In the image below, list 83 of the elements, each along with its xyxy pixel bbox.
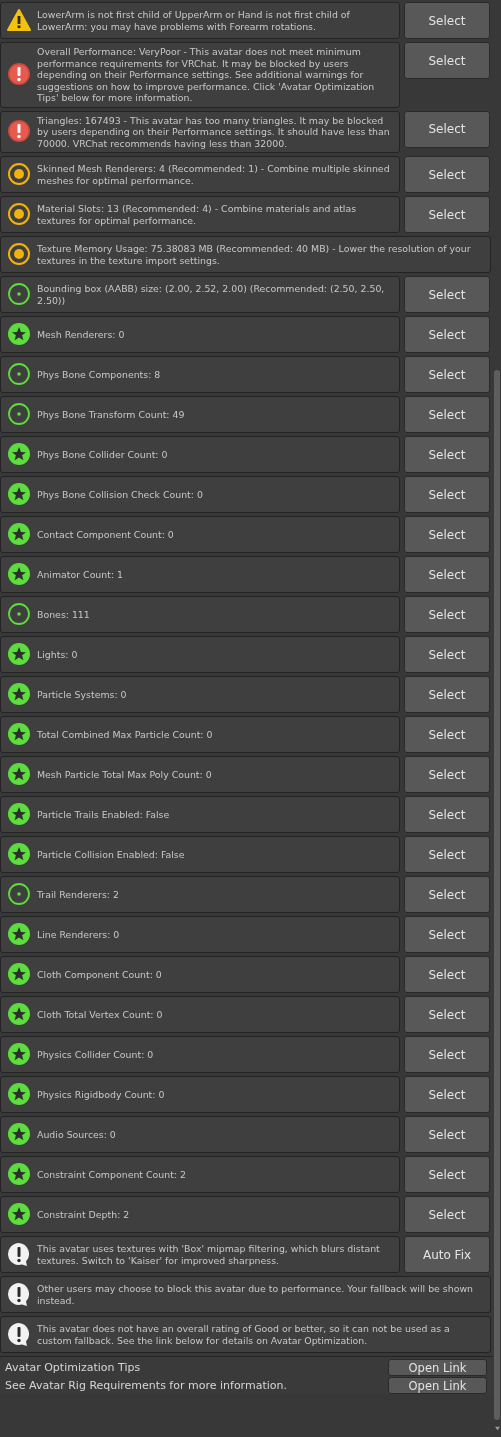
message-text: LowerArm is not first child of UpperArm or Hand is not first child of LowerArm: you may have problems with Forearm rotations. (37, 9, 351, 32)
target-icon (7, 882, 31, 907)
message-text: Texture Memory Usage: 75.38083 MB (Recommended: 40 MB) - Lower the resolution of your textures in the texture import settings. (37, 243, 472, 266)
message-text: Material Slots: 13 (Recommended: 4) - Combine materials and atlas textures for optimal performance. (37, 203, 358, 226)
select-button[interactable]: Select (404, 1156, 490, 1193)
message-text: Constraint Depth: 2 (37, 1208, 130, 1221)
message-text: Audio Sources: 0 (37, 1128, 116, 1141)
message-text: Particle Systems: 0 (37, 688, 127, 701)
select-button[interactable]: Select (404, 756, 490, 793)
target-icon (7, 602, 31, 627)
message-text: Triangles: 167493 - This avatar has too many triangles. It may be blocked by users depending on their Performance settings. It should have less than 70000. VRChat recommends having less than 32000. (37, 114, 391, 149)
message-text: Bones: 111 (37, 608, 90, 621)
error-icon (7, 119, 31, 145)
select-button[interactable]: Select (404, 42, 490, 79)
select-button[interactable]: Select (404, 156, 490, 193)
error-icon (7, 62, 31, 88)
open-link-button[interactable]: Open Link (388, 1359, 487, 1376)
message-text: Particle Trails Enabled: False (37, 808, 170, 821)
message-text: Contact Component Count: 0 (37, 528, 174, 541)
target-icon (7, 402, 31, 427)
message-text: Mesh Renderers: 0 (37, 328, 125, 341)
select-button[interactable]: Select (404, 2, 490, 39)
message-text: Cloth Component Count: 0 (37, 968, 162, 981)
message-text: Cloth Total Vertex Count: 0 (37, 1008, 163, 1021)
target-icon (7, 162, 31, 187)
target-icon (7, 242, 31, 267)
select-button[interactable]: Select (404, 876, 490, 913)
message-text: Physics Rigidbody Count: 0 (37, 1088, 165, 1101)
message-text: Other users may choose to block this avatar due to performance. Your fallback will be shown instead. (37, 1283, 474, 1306)
speech-bubble-icon (7, 1282, 31, 1307)
select-button[interactable]: Select (404, 556, 490, 593)
target-icon (7, 202, 31, 227)
message-text: This avatar uses textures with 'Box' mipmap filtering, which blurs distant textures. Switch to 'Kaiser' for improved sharpness. (37, 1243, 381, 1266)
scrollbar-thumb[interactable] (494, 370, 500, 1420)
select-button[interactable]: Select (404, 996, 490, 1033)
warning-icon (7, 8, 31, 33)
message-text: Lights: 0 (37, 648, 78, 661)
message-text: Phys Bone Components: 8 (37, 368, 161, 381)
auto-fix-button[interactable]: Auto Fix (404, 1236, 490, 1273)
message-text: Particle Collision Enabled: False (37, 848, 185, 861)
open-link-button[interactable]: Open Link (388, 1377, 487, 1394)
message-text: Phys Bone Collider Count: 0 (37, 448, 168, 461)
select-button[interactable]: Select (404, 356, 490, 393)
link-label: Avatar Optimization Tips (5, 1360, 141, 1375)
select-button[interactable]: Select (404, 516, 490, 553)
message-text: Trail Renderers: 2 (37, 888, 119, 901)
select-button[interactable]: Select (404, 316, 490, 353)
select-button[interactable]: Select (404, 716, 490, 753)
target-icon (7, 362, 31, 387)
select-button[interactable]: Select (404, 1196, 490, 1233)
link-label: See Avatar Rig Requirements for more information. (5, 1378, 287, 1393)
message-text: Constraint Component Count: 2 (37, 1168, 186, 1181)
message-text: This avatar does not have an overall rating of Good or better, so it can not be used as a custom fallback. See the link below for details on Avatar Optimization. (37, 1323, 451, 1346)
select-button[interactable]: Select (404, 636, 490, 673)
select-button[interactable]: Select (404, 1116, 490, 1153)
select-button[interactable]: Select (404, 1036, 490, 1073)
message-text: Total Combined Max Particle Count: 0 (37, 728, 213, 741)
message-text: Skinned Mesh Renderers: 4 (Recommended: 1) - Combine multiple skinned meshes for optimal performance. (37, 163, 391, 186)
speech-bubble-icon (7, 1322, 31, 1347)
scroll-down-arrow-icon[interactable] (493, 1426, 501, 1431)
select-button[interactable]: Select (404, 276, 490, 313)
message-text: Physics Collider Count: 0 (37, 1048, 154, 1061)
select-button[interactable]: Select (404, 796, 490, 833)
message-text: Animator Count: 1 (37, 568, 124, 581)
target-icon (7, 282, 31, 307)
select-button[interactable]: Select (404, 596, 490, 633)
select-button[interactable]: Select (404, 476, 490, 513)
select-button[interactable]: Select (404, 836, 490, 873)
message-text: Line Renderers: 0 (37, 928, 120, 941)
speech-bubble-icon (7, 1242, 31, 1267)
message-text: Bounding box (AABB) size: (2.00, 2.52, 2.00) (Recommended: (2.50, 2.50, 2.50)) (37, 283, 386, 306)
select-button[interactable]: Select (404, 196, 490, 233)
select-button[interactable]: Select (404, 110, 490, 148)
select-button[interactable]: Select (404, 436, 490, 473)
select-button[interactable]: Select (404, 1076, 490, 1113)
message-text: Mesh Particle Total Max Poly Count: 0 (37, 768, 212, 781)
message-text: Overall Performance: VeryPoor - This avatar does not meet minimum performance requirements for VRChat. It may be blocked by users depending on their Performance settings. See additional warnings for suggestions on how to improve performance. Click 'Avatar Optimization Tips' below for more information. (37, 46, 376, 104)
select-button[interactable]: Select (404, 676, 490, 713)
message-text: Phys Bone Collision Check Count: 0 (37, 488, 203, 501)
select-button[interactable]: Select (404, 956, 490, 993)
select-button[interactable]: Select (404, 396, 490, 433)
message-text: Phys Bone Transform Count: 49 (37, 408, 185, 421)
select-button[interactable]: Select (404, 916, 490, 953)
